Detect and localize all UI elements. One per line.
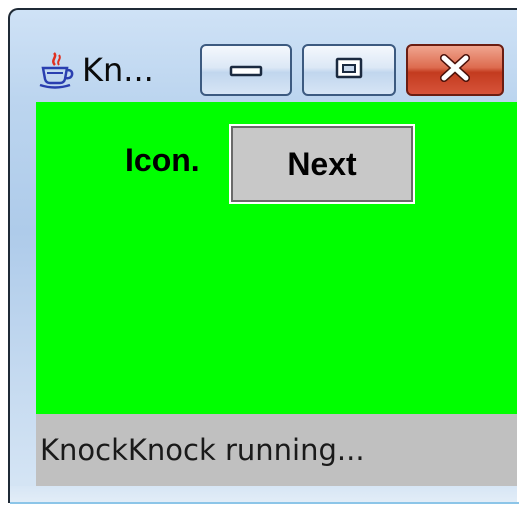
window-shadow-line: [10, 502, 519, 504]
icon-label: Icon.: [125, 142, 200, 178]
close-icon: [437, 53, 473, 87]
window-bottom-border: [10, 486, 517, 503]
next-button[interactable]: Next: [229, 124, 415, 204]
java-coffee-cup-icon[interactable]: [36, 50, 76, 90]
maximize-icon: [334, 56, 364, 84]
application-window: Kn... Icon. Next KnockKnock running...: [8, 8, 517, 503]
maximize-button[interactable]: [302, 44, 396, 96]
window-title: Kn...: [82, 51, 154, 89]
status-bar: KnockKnock running...: [36, 414, 517, 486]
content-panel: Icon. Next: [36, 102, 517, 414]
minimize-icon: [229, 58, 263, 82]
minimize-button[interactable]: [200, 44, 292, 96]
close-button[interactable]: [406, 44, 504, 96]
status-text: KnockKnock running...: [40, 433, 365, 467]
title-bar[interactable]: Kn...: [10, 10, 517, 100]
